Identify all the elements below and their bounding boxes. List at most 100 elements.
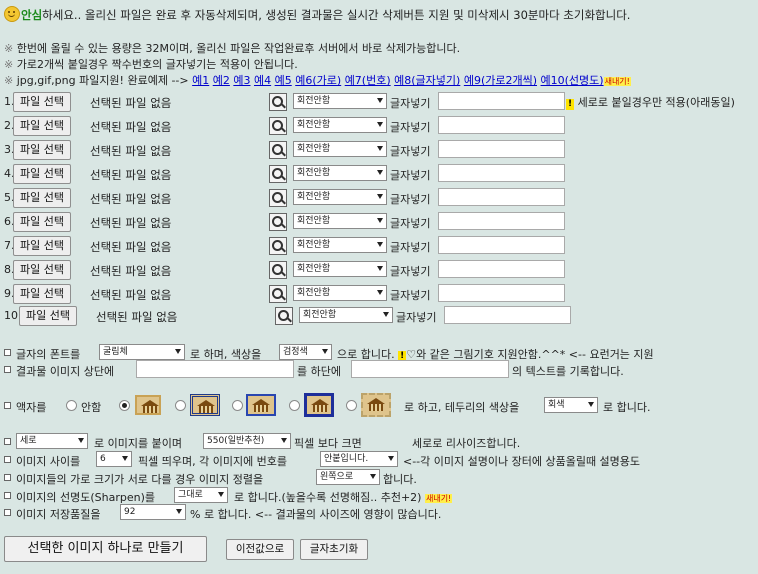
font-color-select[interactable]: 검정색	[279, 344, 332, 360]
choose-file-button[interactable]: 파일 선택	[13, 116, 71, 136]
rotate-select[interactable]: 회전안함	[293, 93, 387, 109]
text-input[interactable]	[438, 140, 565, 158]
choose-file-button[interactable]: 파일 선택	[13, 236, 71, 256]
chevron-down-icon	[122, 456, 128, 461]
info-line-1: ※ 한번에 올릴 수 있는 용량은 32M이며, 올리신 파일은 작업완료후 서…	[4, 40, 460, 56]
text-input[interactable]	[438, 260, 565, 278]
sharpen-value: 그대로	[178, 490, 203, 500]
preview-search-icon[interactable]	[269, 189, 287, 207]
choose-file-button[interactable]: 파일 선택	[13, 260, 71, 280]
example-link-8[interactable]: 예8(글자넣기)	[394, 74, 460, 87]
rotate-select[interactable]: 회전안함	[293, 141, 387, 157]
record-label: 결과물 이미지 상단에	[16, 365, 115, 378]
example-link-5[interactable]: 예5	[275, 74, 292, 87]
notice-line: 안심하세요.. 올리신 파일은 완료 후 자동삭제되며, 생성된 결과물은 실시…	[4, 6, 630, 23]
gap-label: 이미지 사이를	[16, 455, 81, 468]
example-link-9[interactable]: 예9(가로2개씩)	[464, 74, 537, 87]
text-input[interactable]	[444, 306, 571, 324]
frame-1-radio[interactable]	[119, 400, 130, 411]
choose-file-button[interactable]: 파일 선택	[13, 92, 71, 112]
example-link-4[interactable]: 예4	[254, 74, 271, 87]
new-badge: 새내기!	[603, 77, 631, 86]
example-link-7[interactable]: 예7(번호)	[345, 74, 391, 87]
gap-select[interactable]: 6	[96, 451, 132, 467]
example-link-2[interactable]: 예2	[213, 74, 230, 87]
quality-select[interactable]: 92	[120, 504, 186, 520]
rotate-select[interactable]: 회전안함	[299, 307, 393, 323]
frame-2-thumbnail[interactable]	[190, 394, 220, 416]
text-input[interactable]	[438, 92, 565, 110]
text-input[interactable]	[438, 212, 565, 230]
text-input[interactable]	[438, 236, 565, 254]
new-badge: 새내기!	[424, 494, 453, 503]
rotate-select[interactable]: 회전안함	[293, 165, 387, 181]
make-image-button[interactable]: 선택한 이미지 하나로 만들기	[4, 536, 207, 562]
bullet-box	[4, 402, 11, 409]
example-link-1[interactable]: 예1	[192, 74, 209, 87]
info-text-2: 가로2개씩 붙일경우 짝수번호의 글자넣기는 적용이 안됩니다.	[16, 58, 298, 71]
preview-search-icon[interactable]	[269, 261, 287, 279]
frame-3-thumbnail[interactable]	[246, 394, 276, 416]
border-color-select[interactable]: 회색	[544, 397, 598, 413]
chevron-down-icon	[388, 456, 394, 461]
rotate-select[interactable]: 회전안함	[293, 189, 387, 205]
info-line-2: ※ 가로2개씩 붙일경우 짝수번호의 글자넣기는 적용이 안됩니다.	[4, 56, 298, 72]
number-value: 안붙입니다.	[324, 454, 369, 464]
bottom-text-input[interactable]	[351, 360, 509, 378]
no-file-label: 선택된 파일 없음	[90, 144, 172, 158]
frame-4-radio[interactable]	[289, 400, 300, 411]
example-link-10[interactable]: 예10(선명도)	[541, 74, 604, 87]
rotate-select[interactable]: 회전안함	[293, 117, 387, 133]
text-input[interactable]	[438, 188, 565, 206]
preview-search-icon[interactable]	[269, 213, 287, 231]
chevron-down-icon	[383, 312, 389, 317]
example-link-3[interactable]: 예3	[233, 74, 250, 87]
sharpen-select[interactable]: 그대로	[174, 487, 228, 503]
choose-file-button[interactable]: 파일 선택	[13, 212, 71, 232]
text-label: 글자넣기	[390, 169, 431, 182]
preview-search-icon[interactable]	[269, 117, 287, 135]
rotate-select[interactable]: 회전안함	[293, 285, 387, 301]
direction-select[interactable]: 세로	[16, 433, 88, 449]
text-input[interactable]	[438, 116, 565, 134]
font-select[interactable]: 굴림체	[99, 344, 185, 360]
frame-2-radio[interactable]	[175, 400, 186, 411]
reset-text-button[interactable]: 글자초기화	[300, 539, 368, 560]
number-select[interactable]: 안붙입니다.	[320, 451, 398, 467]
frame-1-thumbnail[interactable]	[135, 395, 161, 415]
preview-search-icon[interactable]	[269, 93, 287, 111]
choose-file-button[interactable]: 파일 선택	[13, 140, 71, 160]
chevron-down-icon	[377, 290, 383, 295]
preview-search-icon[interactable]	[269, 237, 287, 255]
no-file-label: 선택된 파일 없음	[90, 216, 172, 230]
frame-4-thumbnail[interactable]	[304, 393, 334, 417]
info-line-3: ※ jpg,gif,png 파일지원! 완료예제 --> 예1 예2 예3 예4…	[4, 72, 631, 88]
no-file-label: 선택된 파일 없음	[90, 240, 172, 254]
choose-file-button[interactable]: 파일 선택	[19, 306, 77, 326]
text-input[interactable]	[438, 164, 565, 182]
option-text-1b: 픽셀 보다 크면	[294, 437, 362, 450]
preview-search-icon[interactable]	[269, 165, 287, 183]
choose-file-button[interactable]: 파일 선택	[13, 284, 71, 304]
rotate-select[interactable]: 회전안함	[293, 237, 387, 253]
frame-none-radio[interactable]	[66, 400, 77, 411]
rotate-select[interactable]: 회전안함	[293, 213, 387, 229]
chevron-down-icon	[78, 438, 84, 443]
frame-3-radio[interactable]	[232, 400, 243, 411]
preview-search-icon[interactable]	[269, 285, 287, 303]
choose-file-button[interactable]: 파일 선택	[13, 188, 71, 208]
text-input[interactable]	[438, 284, 565, 302]
example-link-6[interactable]: 예6(가로)	[295, 74, 341, 87]
previous-values-button[interactable]: 이전값으로	[226, 539, 294, 560]
top-text-input[interactable]	[136, 360, 294, 378]
preview-search-icon[interactable]	[269, 141, 287, 159]
choose-file-button[interactable]: 파일 선택	[13, 164, 71, 184]
frame-5-thumbnail[interactable]	[361, 393, 391, 417]
rotate-select[interactable]: 회전안함	[293, 261, 387, 277]
align-select[interactable]: 왼쪽으로	[316, 469, 380, 485]
frame-5-radio[interactable]	[346, 400, 357, 411]
preview-search-icon[interactable]	[275, 307, 293, 325]
rotate-value: 회전안함	[297, 240, 331, 250]
option-text-3b: 합니다.	[383, 473, 417, 486]
size-select[interactable]: 550(일반추천)	[203, 433, 291, 449]
